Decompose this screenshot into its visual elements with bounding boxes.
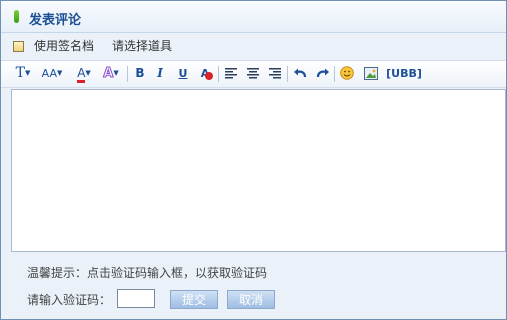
font-dropdown-icon: ▼ <box>24 69 31 77</box>
title-marker-icon <box>14 10 19 23</box>
captcha-input[interactable] <box>117 289 155 308</box>
align-center-icon <box>247 68 259 79</box>
italic-icon: I <box>157 66 163 80</box>
emoticon-button[interactable] <box>339 65 355 82</box>
tool-select-link[interactable]: 请选择道具 <box>112 37 172 54</box>
ubb-mode-button[interactable]: [UBB] <box>385 65 423 82</box>
insert-image-button[interactable] <box>363 65 379 82</box>
captcha-label: 请输入验证码： <box>27 293 112 307</box>
align-right-icon <box>269 68 281 79</box>
font-size-icon: AA <box>41 67 57 80</box>
align-left-button[interactable] <box>223 65 239 82</box>
toolbar-separator <box>218 66 219 82</box>
align-right-button[interactable] <box>267 65 283 82</box>
editor-toolbar: T▼ AA▼ A▼ A▼ B I U A <box>1 60 506 88</box>
captcha-tip: 温馨提示：点击验证码输入框，以获取验证码 <box>27 266 268 280</box>
font-icon: T <box>15 65 25 81</box>
submit-button[interactable]: 提交 <box>170 290 218 309</box>
text-color-dropdown-icon: ▼ <box>85 69 91 77</box>
comment-panel: 发表评论 使用签名档 请选择道具 T▼ AA▼ A▼ A▼ B I U [UBB… <box>0 0 507 320</box>
title-bar: 发表评论 <box>1 1 506 33</box>
toolbar-separator <box>334 66 335 82</box>
background-color-dropdown-icon: ▼ <box>113 69 119 77</box>
undo-icon <box>293 68 306 78</box>
font-size-button[interactable]: AA▼ <box>38 65 66 82</box>
undo-button[interactable] <box>292 65 308 82</box>
underline-button[interactable]: U <box>175 65 191 82</box>
image-icon <box>364 67 378 80</box>
background-color-icon: A <box>103 66 114 82</box>
ubb-label: [UBB] <box>386 67 422 80</box>
remove-format-badge-icon <box>205 72 213 80</box>
italic-button[interactable]: I <box>152 65 168 82</box>
underline-icon: U <box>178 67 188 80</box>
redo-button[interactable] <box>314 65 330 82</box>
options-bar: 使用签名档 请选择道具 <box>1 33 506 59</box>
signature-checkbox[interactable] <box>13 41 24 52</box>
background-color-button[interactable]: A▼ <box>100 65 122 82</box>
toolbar-separator <box>127 66 128 82</box>
text-color-button[interactable]: A▼ <box>74 65 94 83</box>
comment-editor[interactable] <box>11 89 506 252</box>
font-button[interactable]: T▼ <box>13 65 33 82</box>
align-left-icon <box>225 68 237 79</box>
toolbar-separator <box>287 66 288 82</box>
bold-icon: B <box>135 66 145 80</box>
smiley-icon <box>340 66 354 80</box>
panel-title: 发表评论 <box>29 13 82 28</box>
redo-icon <box>316 68 329 78</box>
cancel-button[interactable]: 取消 <box>227 290 275 309</box>
bold-button[interactable]: B <box>132 65 148 82</box>
font-size-dropdown-icon: ▼ <box>56 69 63 77</box>
signature-label[interactable]: 使用签名档 <box>34 37 94 54</box>
remove-format-button[interactable]: A <box>197 65 213 82</box>
align-center-button[interactable] <box>245 65 261 82</box>
